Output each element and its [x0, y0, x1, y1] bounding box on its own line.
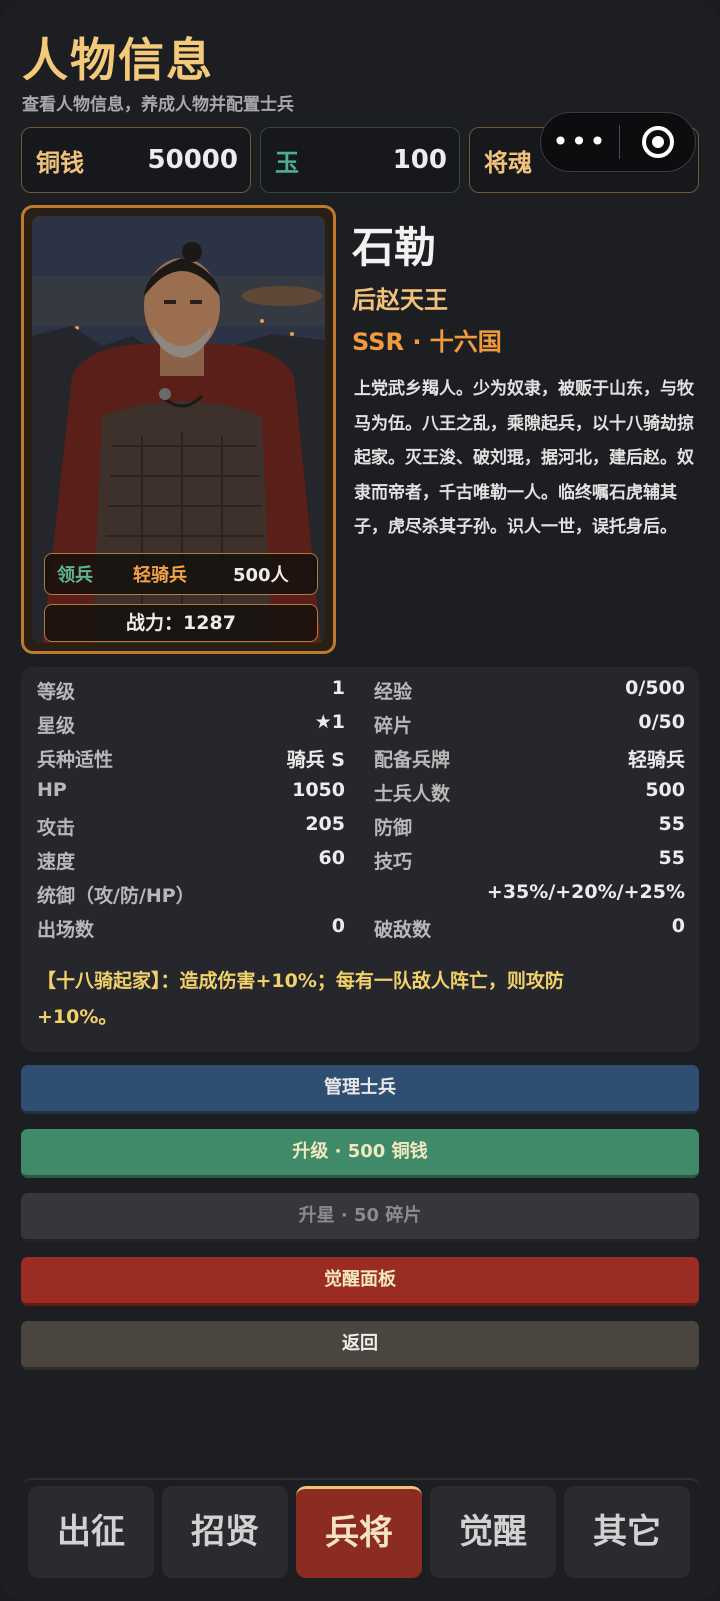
upgrade-button[interactable]: 升级 · 500 铜钱: [21, 1129, 699, 1178]
stat-row: 速度 60 技巧 55: [37, 847, 685, 875]
stat-row: 攻击 205 防御 55: [37, 813, 685, 841]
stat-label: 兵种适性: [37, 749, 114, 771]
stat-value: 500: [645, 779, 685, 801]
stat-value: 0/50: [638, 711, 685, 733]
stat-label: 星级: [37, 715, 76, 737]
jade-value: 100: [392, 145, 447, 175]
stat-value: 轻骑兵: [627, 749, 685, 771]
stats-panel: 等级 1 经验 0/500 星级 ★1 碎片 0/50 兵种适性 骑兵 S 配备…: [21, 667, 699, 1052]
stat-value: +35%/+20%/+25%: [486, 881, 685, 903]
troop-label: 领兵: [57, 565, 93, 586]
manage-soldiers-button[interactable]: 管理士兵: [21, 1065, 699, 1114]
stat-value: 60: [318, 847, 345, 869]
star-up-button[interactable]: 升星 · 50 碎片: [21, 1193, 699, 1242]
hero-grade: SSR · 十六国: [352, 328, 502, 356]
stat-label: 统御（攻/防/HP）: [37, 885, 195, 907]
stat-label: HP: [37, 779, 67, 801]
troop-count: 500人: [233, 565, 289, 586]
stat-row: 统御（攻/防/HP） +35%/+20%/+25%: [37, 881, 685, 909]
stat-value: 0: [331, 915, 345, 937]
hero-info-page: 人物信息 查看人物信息，养成人物并配置士兵 铜钱 50000 玉 100 将魂 …: [0, 0, 720, 1601]
tab-awakening[interactable]: 觉醒: [430, 1486, 556, 1578]
stat-value: ★1: [314, 711, 345, 733]
soul-label: 将魂: [484, 148, 532, 177]
tab-other[interactable]: 其它: [564, 1486, 690, 1578]
back-button[interactable]: 返回: [21, 1321, 699, 1370]
close-target-button[interactable]: [620, 126, 695, 158]
hero-name: 石勒: [352, 223, 437, 272]
stat-label: 技巧: [374, 851, 413, 873]
page-title: 人物信息: [22, 33, 214, 87]
stat-value: 0/500: [625, 677, 685, 699]
stat-value: 0: [671, 915, 685, 937]
copper-label: 铜钱: [36, 148, 84, 177]
stat-value: 55: [658, 813, 685, 835]
target-icon: [641, 126, 674, 158]
jade-label: 玉: [275, 148, 299, 177]
more-icon[interactable]: •••: [541, 112, 619, 172]
stat-value: 55: [658, 847, 685, 869]
skill-description: 【十八骑起家】：造成伤害+10%；每有一队敌人阵亡，则攻防+10%。: [37, 970, 564, 1028]
stat-label: 出场数: [37, 919, 95, 941]
hero-rank: 后赵天王: [352, 286, 448, 314]
stat-value: 骑兵 S: [286, 749, 345, 771]
stat-row: 兵种适性 骑兵 S 配备兵牌 轻骑兵: [37, 745, 685, 773]
page-subtitle: 查看人物信息，养成人物并配置士兵: [22, 95, 294, 115]
bottom-tab-bar: 出征 招贤 兵将 觉醒 其它: [22, 1478, 700, 1580]
hero-portrait-card: 领兵 轻骑兵 500人 战力：1287: [21, 205, 336, 654]
hero-biography: 上党武乡羯人。少为奴隶，被贩于山东，与牧马为伍。八王之乱，乘隙起兵，以十八骑劫掠…: [354, 379, 694, 537]
troop-type: 轻骑兵: [133, 565, 187, 586]
jade-resource: 玉 100: [260, 127, 460, 193]
stat-label: 经验: [374, 681, 413, 703]
stat-label: 防御: [374, 817, 413, 839]
combat-power: 战力：1287: [44, 604, 318, 642]
stat-value: 205: [305, 813, 345, 835]
stat-row: 出场数 0 破敌数 0: [37, 915, 685, 943]
troop-info-bar: 领兵 轻骑兵 500人: [44, 553, 318, 595]
copper-resource: 铜钱 50000: [21, 127, 251, 193]
stat-value: 1: [331, 677, 345, 699]
stat-label: 破敌数: [374, 919, 432, 941]
tab-recruit[interactable]: 招贤: [162, 1486, 288, 1578]
mini-program-capsule: •••: [540, 112, 696, 172]
stat-value: 1050: [292, 779, 345, 801]
awakening-panel-button[interactable]: 觉醒面板: [21, 1257, 699, 1306]
copper-value: 50000: [147, 145, 238, 175]
stat-row: HP 1050 士兵人数 500: [37, 779, 685, 807]
tab-generals[interactable]: 兵将: [296, 1486, 422, 1578]
stat-label: 攻击: [37, 817, 76, 839]
stat-row: 等级 1 经验 0/500: [37, 677, 685, 705]
stat-label: 速度: [37, 851, 76, 873]
stat-label: 配备兵牌: [374, 749, 451, 771]
stat-label: 碎片: [374, 715, 413, 737]
hero-portrait-image: 领兵 轻骑兵 500人 战力：1287: [32, 216, 325, 643]
stat-label: 等级: [37, 681, 76, 703]
stat-row: 星级 ★1 碎片 0/50: [37, 711, 685, 739]
stat-label: 士兵人数: [374, 783, 451, 805]
tab-expedition[interactable]: 出征: [28, 1486, 154, 1578]
